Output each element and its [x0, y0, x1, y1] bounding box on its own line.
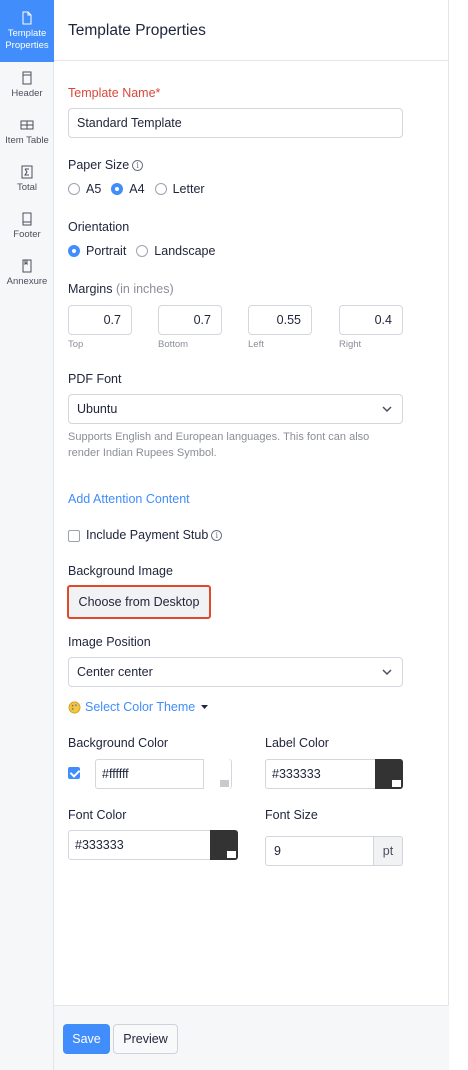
template-name-input[interactable]: Standard Template: [68, 108, 403, 138]
include-payment-stub-label: Include Payment Stub i: [86, 528, 223, 542]
pdf-font-help: Supports English and European languages.…: [68, 429, 369, 461]
margins-label: Margins (in inches): [68, 282, 174, 296]
rail-label: Item Table: [5, 135, 49, 146]
font-color-swatch[interactable]: [210, 830, 238, 860]
margin-right-caption: Right: [339, 339, 362, 350]
palette-icon: [68, 701, 81, 713]
background-color-label: Background Color: [68, 736, 169, 750]
radio-label: Portrait: [86, 244, 127, 258]
choose-from-desktop-button[interactable]: Choose from Desktop: [67, 585, 211, 619]
color-picker-icon: [227, 851, 236, 858]
footer-bar: Save Preview: [54, 1005, 449, 1070]
margin-right-input[interactable]: 0.4: [339, 305, 403, 335]
margin-left-input[interactable]: 0.55: [248, 305, 312, 335]
include-payment-stub-checkbox[interactable]: [68, 530, 80, 542]
label-color-label: Label Color: [265, 736, 329, 750]
annexure-icon: [22, 259, 32, 273]
paper-size-label-text: Paper Size: [68, 158, 130, 172]
background-color-swatch[interactable]: [203, 759, 231, 789]
radio-dot: [154, 183, 167, 195]
panel-title: Template Properties: [54, 0, 448, 61]
rail-item-template-properties[interactable]: Template Properties: [0, 0, 54, 62]
info-icon[interactable]: i: [211, 530, 223, 541]
rail-label: Footer: [13, 229, 41, 240]
paper-size-label: Paper Size i: [68, 158, 144, 172]
radio-dot: [136, 245, 149, 257]
orientation-radio-group: Portrait Landscape: [68, 244, 225, 258]
header-icon: [22, 71, 32, 85]
radio-dot: [111, 183, 124, 195]
preview-button[interactable]: Preview: [113, 1024, 178, 1054]
paper-size-radio-group: A5 A4 Letter: [68, 182, 215, 196]
rail-item-footer[interactable]: Footer: [0, 203, 54, 250]
rail-label: Template: [7, 27, 47, 39]
orientation-label: Orientation: [68, 220, 130, 234]
pdf-font-value: Ubuntu: [77, 402, 118, 416]
margins-label-text: Margins: [68, 282, 113, 296]
color-picker-icon: [220, 780, 229, 787]
select-color-theme[interactable]: Select Color Theme: [68, 700, 209, 714]
paper-size-letter-radio[interactable]: Letter: [154, 182, 205, 196]
radio-label: A5: [86, 182, 102, 196]
select-color-theme-link[interactable]: Select Color Theme: [85, 700, 195, 714]
margin-top-input[interactable]: 0.7: [68, 305, 132, 335]
radio-dot: [68, 183, 80, 195]
margin-bottom-caption: Bottom: [158, 339, 189, 350]
pdf-font-label: PDF Font: [68, 372, 122, 386]
save-button[interactable]: Save: [63, 1024, 110, 1054]
font-color-label: Font Color: [68, 808, 127, 822]
right-edge: [449, 0, 468, 1070]
label-color-swatch[interactable]: [375, 759, 403, 789]
rail-label: Properties: [5, 39, 49, 51]
image-position-select[interactable]: Center center: [68, 657, 403, 687]
chevron-down-icon: [382, 669, 392, 676]
orientation-landscape-radio[interactable]: Landscape: [136, 244, 215, 258]
rail-item-annexure[interactable]: Annexure: [0, 250, 54, 297]
radio-label: Letter: [172, 182, 205, 196]
rail-label: Total: [16, 182, 38, 193]
pdf-font-select[interactable]: Ubuntu: [68, 394, 403, 424]
orientation-portrait-radio[interactable]: Portrait: [68, 244, 126, 258]
rail-label: Annexure: [6, 276, 48, 287]
footer-icon: [22, 212, 32, 226]
radio-label: Landscape: [154, 244, 216, 258]
paper-size-a5-radio[interactable]: A5: [68, 182, 101, 196]
paper-size-a4-radio[interactable]: A4: [111, 182, 145, 196]
template-name-label: Template Name*: [68, 86, 161, 100]
sigma-icon: [21, 165, 33, 179]
font-size-label: Font Size: [265, 808, 318, 822]
margins-unit: (in inches): [115, 282, 174, 296]
image-position-value: Center center: [77, 665, 153, 679]
margin-bottom-input[interactable]: 0.7: [158, 305, 222, 335]
caret-down-icon: [201, 704, 209, 709]
info-icon[interactable]: i: [132, 160, 144, 171]
radio-label: A4: [129, 182, 145, 196]
rail-label: Header: [11, 88, 43, 99]
left-nav-rail: Template Properties Header Item Table To…: [0, 0, 54, 1070]
add-attention-content-link[interactable]: Add Attention Content: [68, 492, 190, 506]
background-image-label: Background Image: [68, 564, 173, 578]
rail-item-header[interactable]: Header: [0, 62, 54, 109]
table-icon: [20, 120, 34, 130]
document-icon: [22, 11, 32, 24]
image-position-label: Image Position: [68, 635, 151, 649]
margin-left-caption: Left: [248, 339, 264, 350]
color-picker-icon: [392, 780, 401, 787]
include-payment-stub-text: Include Payment Stub: [86, 528, 209, 542]
pdf-font-help-line: render Indian Rupees Symbol.: [68, 447, 217, 459]
chevron-down-icon: [382, 406, 392, 413]
rail-item-item-table[interactable]: Item Table: [0, 109, 54, 156]
margin-top-caption: Top: [68, 339, 84, 350]
rail-item-total[interactable]: Total: [0, 156, 54, 203]
background-color-checkbox[interactable]: [68, 767, 80, 779]
font-size-unit: pt: [373, 836, 403, 866]
pdf-font-help-line: Supports English and European languages.…: [68, 431, 370, 443]
radio-dot: [68, 245, 80, 257]
